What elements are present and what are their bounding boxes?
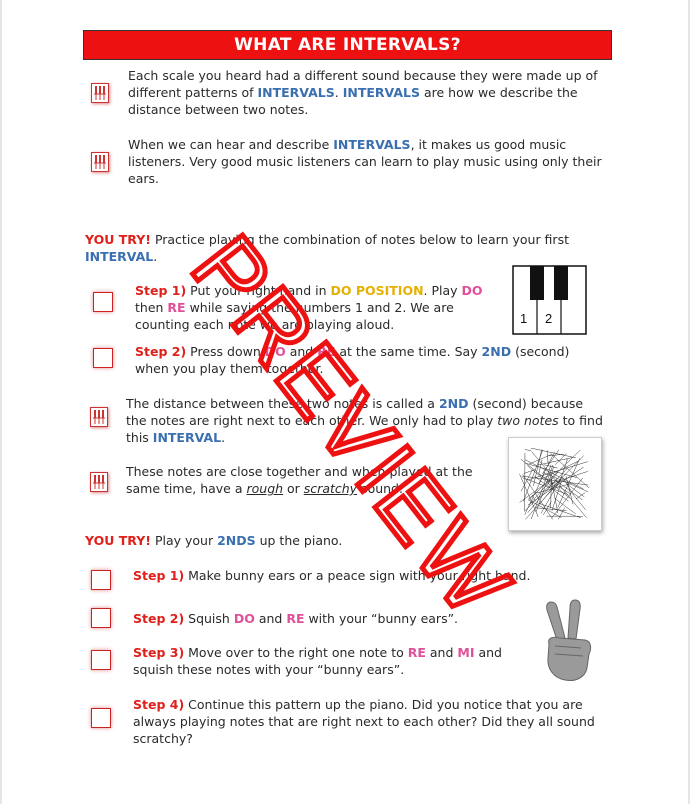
intro-paragraph-1: Each scale you heard had a different sou… (128, 68, 598, 117)
bunny-step-4-checkbox[interactable] (91, 708, 111, 728)
bunny-step-2-checkbox[interactable] (91, 608, 111, 628)
step-1-checkbox[interactable] (93, 292, 113, 312)
scribble-image (508, 437, 602, 531)
intro-paragraph-2: When we can hear and describe INTERVALS,… (128, 137, 602, 186)
you-try-instruction-1: YOU TRY! Practice playing the combinatio… (85, 232, 569, 264)
bunny-step-1-text: Step 1) Make bunny ears or a peace sign … (133, 568, 531, 583)
bunny-step-3-text: Step 3) Move over to the right one note … (133, 645, 502, 677)
scribble-stroke (538, 502, 581, 518)
scratchy-sound-paragraph: These notes are close together and when … (126, 464, 473, 496)
scribble-stroke (538, 459, 543, 474)
scribble-stroke (550, 479, 552, 509)
key-number-2: 2 (545, 311, 552, 326)
bunny-step-4-text: Step 4) Continue this pattern up the pia… (133, 697, 595, 746)
bunny-step-3-checkbox[interactable] (91, 650, 111, 670)
scribble-stroke (530, 447, 576, 459)
scribble-stroke (519, 473, 539, 517)
scribble-stroke (546, 450, 549, 465)
step-2-checkbox[interactable] (93, 348, 113, 368)
page-title: WHAT ARE INTERVALS? (83, 30, 612, 60)
scribble-stroke (524, 449, 532, 451)
scribble-stroke (558, 507, 565, 520)
scribble-stroke (543, 501, 552, 516)
piano-icon (91, 152, 109, 172)
scribble-stroke (528, 499, 562, 518)
piano-icon (90, 472, 108, 492)
scribble-stroke (535, 507, 567, 511)
piano-keys-diagram: 1 2 (512, 265, 587, 335)
bunny-step-1-checkbox[interactable] (91, 570, 111, 590)
scribble-stroke (523, 469, 536, 474)
piano-icon (90, 407, 108, 427)
key-number-1: 1 (520, 311, 527, 326)
scribble-stroke (537, 457, 573, 466)
worksheet-page: WHAT ARE INTERVALS? Each scale you heard… (2, 0, 688, 804)
peace-sign-hand-icon (546, 599, 592, 681)
bunny-step-2-text: Step 2) Squish DO and RE with your “bunn… (133, 611, 459, 626)
step-2-text: Step 2) Press down DO and RE at the same… (135, 344, 570, 376)
step-1-text: Step 1) Put your right hand in DO POSITI… (135, 283, 483, 332)
piano-icon (91, 83, 109, 103)
you-try-instruction-2: YOU TRY! Play your 2NDS up the piano. (85, 533, 343, 548)
scribble-stroke (575, 492, 586, 500)
scribble-stroke (523, 449, 544, 502)
